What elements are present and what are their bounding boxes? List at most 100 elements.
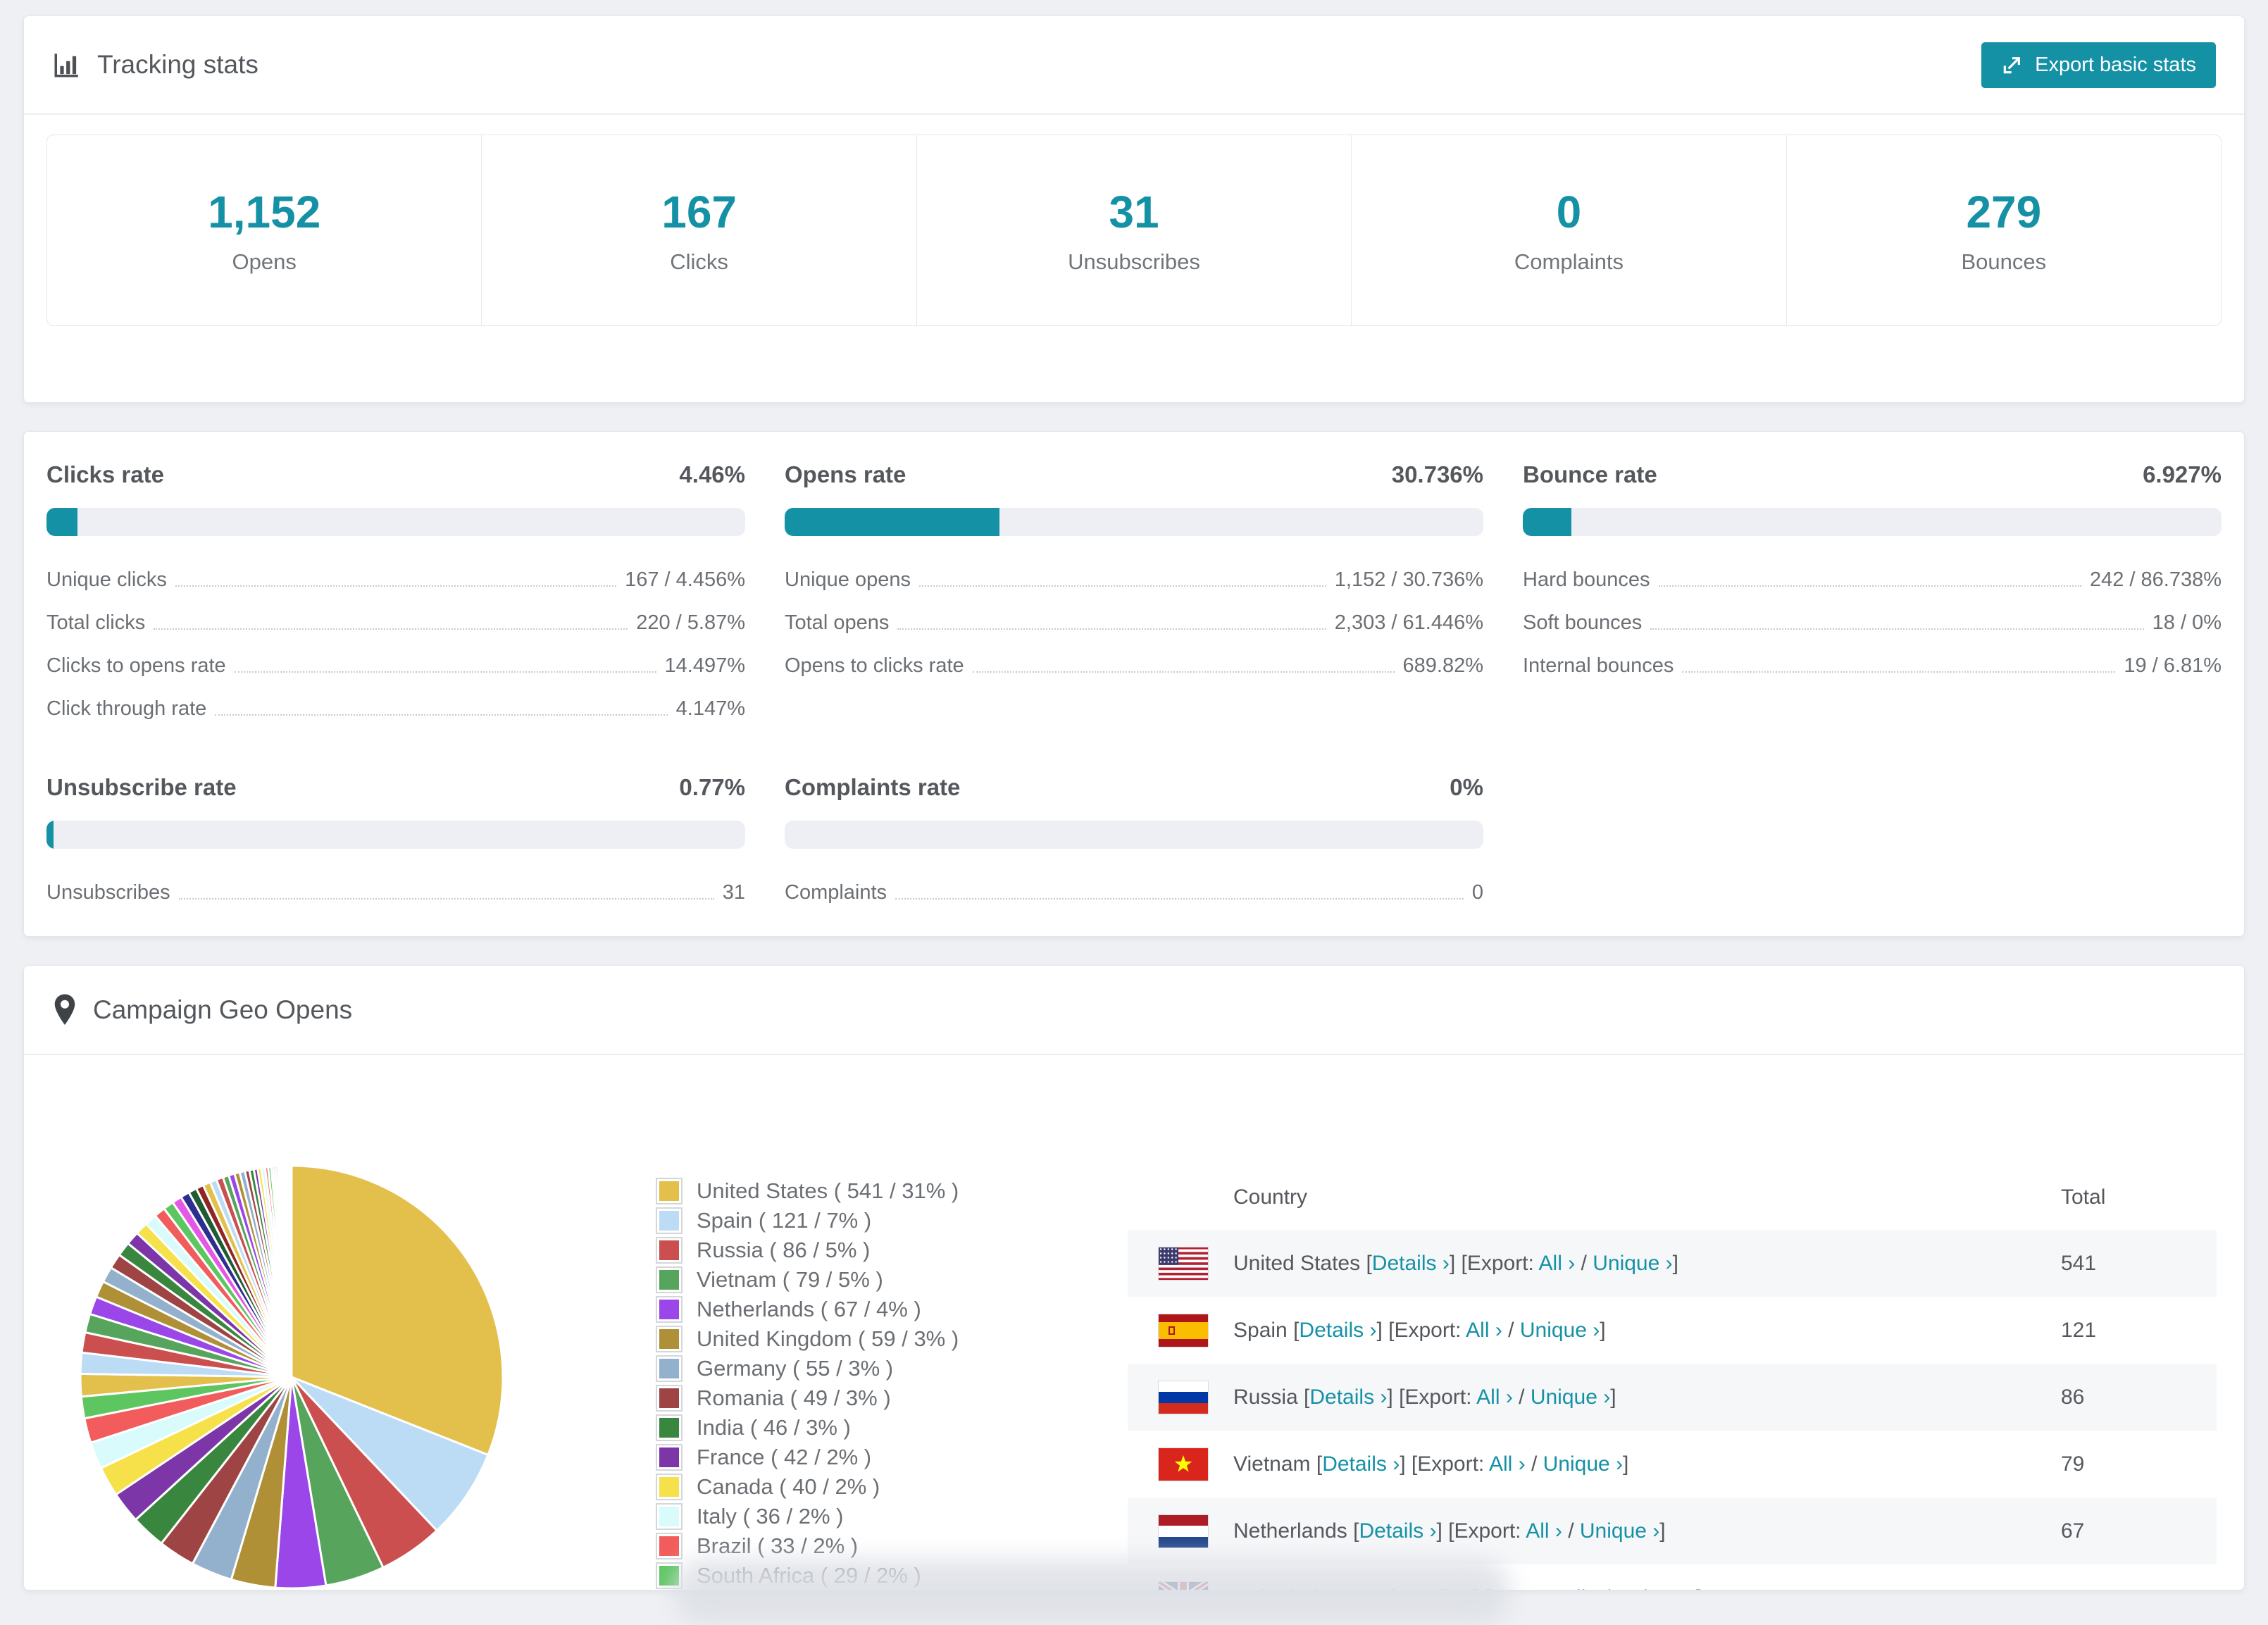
flag-us-icon xyxy=(1158,1247,1209,1284)
legend-swatch xyxy=(656,1503,683,1530)
details-link[interactable]: Details › xyxy=(1372,1252,1450,1275)
rate-progress-fill xyxy=(46,508,78,536)
country-column-header: Country xyxy=(1233,1185,1308,1209)
dotted-leader xyxy=(1682,671,2116,673)
total-column-header: Total xyxy=(2061,1185,2106,1209)
rates-card: Clicks rate 4.46% Unique clicks 167 / 4.456… xyxy=(23,431,2245,937)
summary-stats-row: 1,152 Opens 167 Clicks 31 Unsubscribes 0 Compla… xyxy=(46,135,2222,326)
legend-item-russia: Russia ( 86 / 5% ) xyxy=(656,1235,959,1265)
country-cell: Spain [Details ›] [Export: All › / Uniqu… xyxy=(1233,1319,1606,1342)
export-unique-link[interactable]: Unique › xyxy=(1593,1252,1672,1275)
total-cell: 67 xyxy=(2061,1519,2085,1543)
legend-label: Vietnam ( 79 / 5% ) xyxy=(697,1267,883,1292)
rates-grid: Clicks rate 4.46% Unique clicks 167 / 4.456… xyxy=(24,432,2244,948)
flag-nl-icon xyxy=(1158,1514,1209,1552)
country-name: Netherlands xyxy=(1233,1519,1347,1543)
detail-value: 167 / 4.456% xyxy=(625,568,745,591)
pie-legend: United States ( 541 / 31% ) Spain ( 121 /… xyxy=(656,1176,959,1590)
detail-row: Complaints 0 xyxy=(785,871,1483,914)
geo-opens-table: Country Total United States [Details ›] … xyxy=(1128,1178,2217,1590)
country-name: Spain xyxy=(1233,1319,1288,1342)
details-link[interactable]: Details › xyxy=(1299,1319,1376,1342)
legend-label: United Kingdom ( 59 / 3% ) xyxy=(697,1326,959,1351)
detail-label: Soft bounces xyxy=(1523,611,1643,634)
export-basic-stats-button[interactable]: Export basic stats xyxy=(1981,42,2216,88)
rate-title: Clicks rate xyxy=(46,461,164,487)
dotted-leader xyxy=(175,585,617,587)
detail-value: 4.147% xyxy=(675,697,745,720)
rate-value: 6.927% xyxy=(2143,461,2222,487)
export-unique-link[interactable]: Unique › xyxy=(1543,1452,1623,1476)
detail-value: 14.497% xyxy=(664,654,746,677)
total-cell: 541 xyxy=(2061,1252,2097,1275)
dotted-leader xyxy=(918,585,1326,587)
dotted-leader xyxy=(154,628,628,630)
total-cell: 59 xyxy=(2061,1564,2084,1590)
export-all-link[interactable]: All › xyxy=(1489,1452,1526,1476)
total-cell: 121 xyxy=(2061,1319,2097,1342)
export-unique-link[interactable]: Unique › xyxy=(1616,1586,1696,1590)
export-unique-link[interactable]: Unique › xyxy=(1531,1386,1610,1409)
detail-label: Click through rate xyxy=(46,697,207,720)
geo-table-row-united-states: United States [Details ›] [Export: All ›… xyxy=(1128,1230,2217,1297)
stat-cell-complaints: 0 Complaints xyxy=(1351,135,1786,325)
details-link[interactable]: Details › xyxy=(1309,1386,1387,1409)
stat-cell-clicks: 167 Clicks xyxy=(481,135,916,325)
legend-swatch xyxy=(656,1266,683,1293)
detail-row: Internal bounces 19 / 6.81% xyxy=(1523,645,2222,687)
dotted-leader xyxy=(234,671,656,673)
legend-swatch xyxy=(656,1533,683,1559)
geo-header: Campaign Geo Opens xyxy=(24,966,2244,1055)
details-link[interactable]: Details › xyxy=(1322,1452,1400,1476)
detail-value: 19 / 6.81% xyxy=(2124,654,2222,677)
legend-label: Brazil ( 33 / 2% ) xyxy=(697,1533,859,1558)
legend-item-romania: Romania ( 49 / 3% ) xyxy=(656,1383,959,1413)
legend-swatch xyxy=(656,1414,683,1441)
stat-value: 279 xyxy=(1966,187,2042,237)
detail-value: 1,152 / 30.736% xyxy=(1334,568,1483,591)
country-cell: Vietnam [Details ›] [Export: All › / Uni… xyxy=(1233,1452,1629,1476)
total-cell: 79 xyxy=(2061,1452,2085,1476)
detail-row: Unique clicks 167 / 4.456% xyxy=(46,559,745,602)
export-all-link[interactable]: All › xyxy=(1476,1386,1513,1409)
map-pin-icon xyxy=(54,994,75,1025)
dotted-leader xyxy=(215,714,668,716)
export-all-link[interactable]: All › xyxy=(1466,1319,1502,1342)
dotted-leader xyxy=(972,671,1395,673)
export-unique-link[interactable]: Unique › xyxy=(1580,1519,1659,1543)
tracking-stats-page: { "page": { "accent_color": "#1591a5", "… xyxy=(0,0,2268,1625)
detail-label: Total clicks xyxy=(46,611,146,634)
rate-value: 0% xyxy=(1450,774,1483,800)
legend-item-vietnam: Vietnam ( 79 / 5% ) xyxy=(656,1265,959,1295)
detail-row: Click through rate 4.147% xyxy=(46,687,745,730)
legend-swatch xyxy=(656,1355,683,1382)
export-unique-link[interactable]: Unique › xyxy=(1520,1319,1600,1342)
details-link[interactable]: Details › xyxy=(1359,1519,1436,1543)
legend-item-italy: Italy ( 36 / 2% ) xyxy=(656,1502,959,1531)
rate-block-unsubscribe-rate: Unsubscribe rate 0.77% Unsubscribes 31 xyxy=(46,774,745,914)
campaign-geo-opens-card: Campaign Geo Opens United States ( 541 /… xyxy=(23,965,2245,1590)
rate-value: 30.736% xyxy=(1391,461,1483,487)
export-all-link[interactable]: All › xyxy=(1562,1586,1599,1590)
detail-row: Total opens 2,303 / 61.446% xyxy=(785,602,1483,645)
stat-cell-unsubscribes: 31 Unsubscribes xyxy=(916,135,1351,325)
rate-progress-track xyxy=(46,821,745,849)
detail-label: Unique clicks xyxy=(46,568,167,591)
export-all-link[interactable]: All › xyxy=(1526,1519,1562,1543)
stat-label: Complaints xyxy=(1514,249,1624,274)
stat-label: Opens xyxy=(232,249,297,274)
export-all-link[interactable]: All › xyxy=(1539,1252,1576,1275)
legend-swatch xyxy=(656,1207,683,1234)
rate-title: Opens rate xyxy=(785,461,906,487)
geo-table-header-row: Country Total xyxy=(1128,1178,2217,1230)
geo-table-row-netherlands: Netherlands [Details ›] [Export: All › /… xyxy=(1128,1498,2217,1564)
stat-label: Clicks xyxy=(670,249,728,274)
legend-swatch xyxy=(656,1178,683,1204)
legend-swatch xyxy=(656,1237,683,1264)
detail-row: Hard bounces 242 / 86.738% xyxy=(1523,559,2222,602)
dotted-leader xyxy=(178,898,714,899)
legend-label: France ( 42 / 2% ) xyxy=(697,1445,872,1469)
legend-item-germany: Germany ( 55 / 3% ) xyxy=(656,1354,959,1383)
dotted-leader xyxy=(1650,628,2144,630)
legend-item-united-states: United States ( 541 / 31% ) xyxy=(656,1176,959,1206)
